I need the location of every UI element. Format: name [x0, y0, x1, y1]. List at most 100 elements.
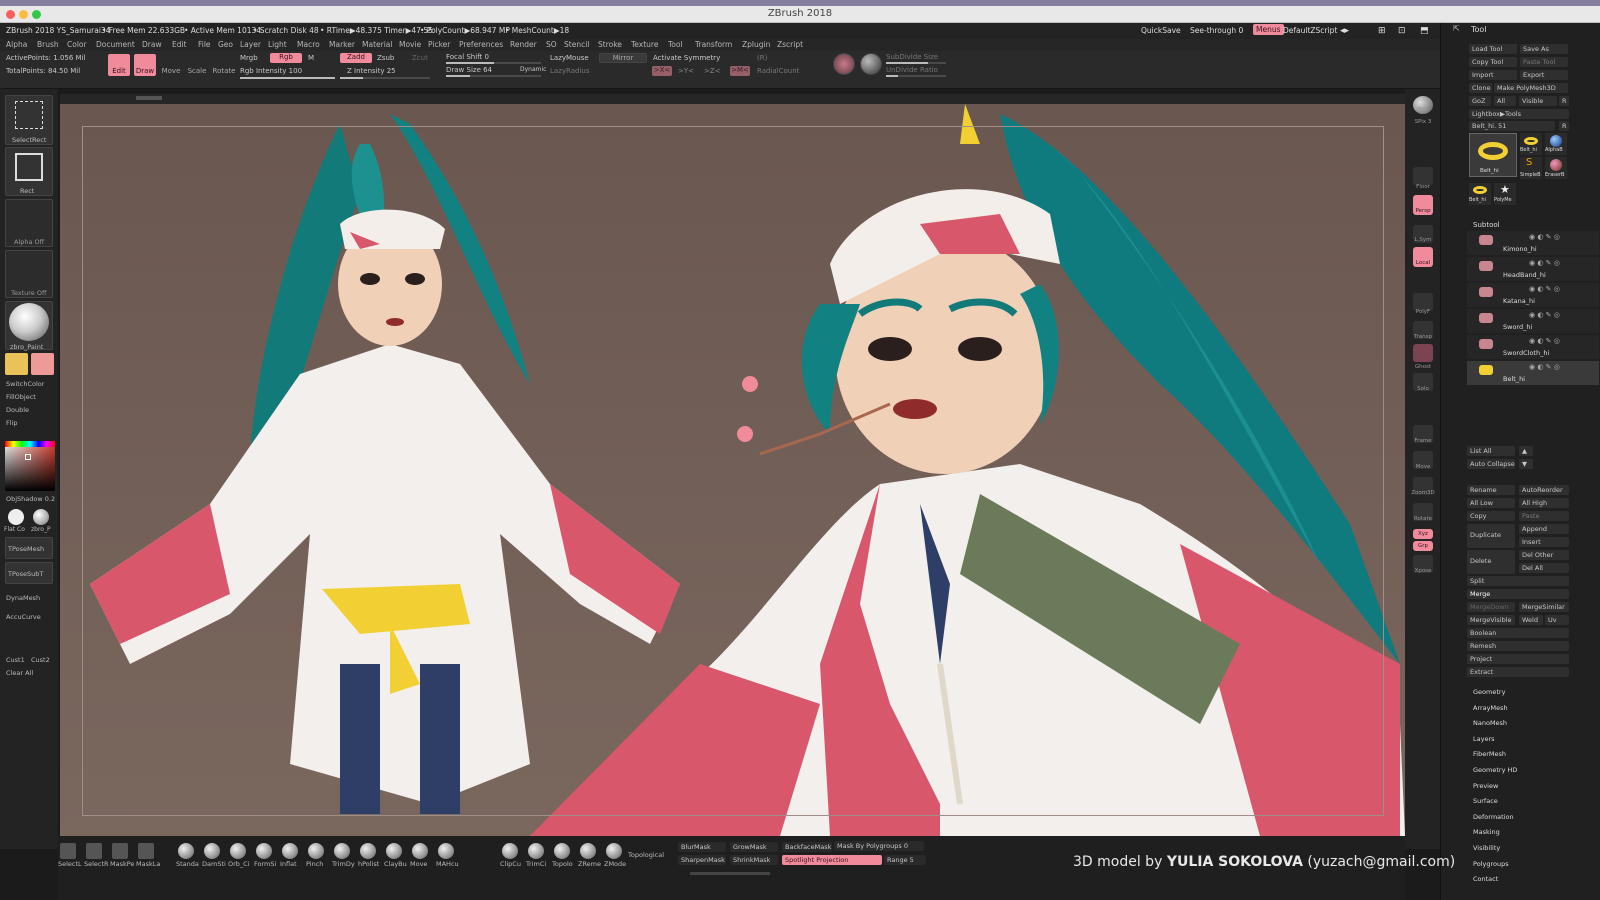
primary-color-swatch[interactable] — [5, 353, 28, 375]
uv-button[interactable]: Uv — [1545, 615, 1569, 625]
symmetry-z-button[interactable]: >Z< — [704, 67, 721, 75]
autoreorder-button[interactable]: AutoReorder — [1519, 485, 1569, 495]
brush-orb_ci-icon[interactable] — [230, 843, 246, 859]
undivide-ratio-track[interactable] — [886, 75, 946, 77]
delete-button[interactable]: Delete — [1467, 550, 1515, 574]
blurmask-button[interactable]: BlurMask — [678, 842, 726, 852]
insert-button[interactable]: Insert — [1519, 537, 1569, 547]
brush-trimci-icon[interactable] — [528, 843, 544, 859]
sphere-color-icon[interactable] — [833, 53, 855, 75]
brush-selectr-icon[interactable] — [86, 843, 102, 859]
current-tool-thumb[interactable]: Belt_hi — [1469, 133, 1517, 177]
tposemesh-button[interactable]: TPoseMesh — [5, 537, 53, 559]
fillobject-button[interactable]: FillObject — [6, 393, 36, 401]
move-mode-button[interactable]: Move — [160, 54, 182, 76]
brush-standa-icon[interactable] — [178, 843, 194, 859]
zsub-button[interactable]: Zsub — [377, 54, 394, 62]
brush-damsti-icon[interactable] — [204, 843, 220, 859]
sharpenmask-button[interactable]: SharpenMask — [678, 855, 726, 865]
menu-stencil[interactable]: Stencil — [564, 40, 589, 49]
spix-slider[interactable]: SPix 3 — [1407, 119, 1439, 125]
brush-trimdy-icon[interactable] — [334, 843, 350, 859]
menu-so[interactable]: SO — [546, 40, 557, 49]
thumb-belt-hi-2[interactable]: Belt_hi — [1469, 183, 1491, 205]
brush-selectl-icon[interactable] — [60, 843, 76, 859]
brush-pinch-icon[interactable] — [308, 843, 324, 859]
goz-r-button[interactable]: R — [1559, 96, 1569, 106]
polygroup-button[interactable]: Grp — [1413, 541, 1433, 551]
tposesubt-button[interactable]: TPoseSubT — [5, 562, 53, 584]
rename-button[interactable]: Rename — [1467, 485, 1515, 495]
brush-inflat-icon[interactable] — [282, 843, 298, 859]
zadd-button[interactable]: Zadd — [340, 53, 372, 63]
alpha-button[interactable]: Alpha Off — [5, 199, 53, 247]
brush-topolo-icon[interactable] — [554, 843, 570, 859]
auto-collapse-button[interactable]: Auto Collapse — [1467, 459, 1515, 469]
menu-alpha[interactable]: Alpha — [6, 40, 27, 49]
goz-button[interactable]: GoZ — [1469, 96, 1491, 106]
subtool-visibility-icon[interactable]: ◉ ◐ ✎ ◎ — [1529, 259, 1560, 267]
backfacemask-button[interactable]: BackfaceMask — [782, 842, 832, 852]
menu-transform[interactable]: Transform — [695, 40, 732, 49]
subtool-item[interactable]: ◉ ◐ ✎ ◎ Belt_hi — [1467, 361, 1599, 385]
goz-all-button[interactable]: All — [1494, 96, 1516, 106]
shrinkmask-button[interactable]: ShrinkMask — [730, 855, 778, 865]
draw-size-track[interactable] — [446, 75, 541, 77]
double-button[interactable]: Double — [6, 406, 29, 414]
menu-macro[interactable]: Macro — [297, 40, 320, 49]
tool-section-preview[interactable]: Preview — [1473, 782, 1498, 790]
default-zscript-button[interactable]: DefaultZScript — [1283, 26, 1337, 35]
bottom-scroll-handle[interactable] — [690, 872, 770, 875]
symmetry-m-button[interactable]: >M< — [730, 66, 750, 76]
menu-zscript[interactable]: Zscript — [777, 40, 803, 49]
mrgb-button[interactable]: Mrgb — [240, 54, 258, 62]
menu-zplugin[interactable]: Zplugin — [742, 40, 770, 49]
brush-move-icon[interactable] — [412, 843, 428, 859]
focal-shift-track[interactable] — [446, 62, 541, 64]
menu-material[interactable]: Material — [362, 40, 392, 49]
copy-button[interactable]: Copy — [1467, 511, 1515, 521]
brush-maskla-icon[interactable] — [138, 843, 154, 859]
tool-section-polygroups[interactable]: Polygroups — [1473, 860, 1509, 868]
rgb-intensity-track[interactable] — [240, 77, 335, 79]
brush-claybu-icon[interactable] — [386, 843, 402, 859]
lightbox-tools-button[interactable]: Lightbox▶Tools — [1469, 109, 1569, 119]
subtool-visibility-icon[interactable]: ◉ ◐ ✎ ◎ — [1529, 337, 1560, 345]
draw-size-slider[interactable]: Draw Size 64 — [446, 66, 492, 74]
extract-button[interactable]: Extract — [1467, 667, 1569, 677]
del-all-button[interactable]: Del All — [1519, 563, 1569, 573]
select-rect-button[interactable]: SelectRect — [5, 95, 53, 145]
menu-stroke[interactable]: Stroke — [598, 40, 622, 49]
topological-button[interactable]: Topological — [628, 851, 664, 859]
dynamesh-button[interactable]: DynaMesh — [6, 594, 40, 602]
sphere-material-icon[interactable] — [860, 53, 882, 75]
menu-movie[interactable]: Movie — [399, 40, 421, 49]
copy-tool-button[interactable]: Copy Tool — [1469, 57, 1517, 67]
focal-shift-slider[interactable]: Focal Shift 0 — [446, 53, 489, 61]
menu-edit[interactable]: Edit — [172, 40, 187, 49]
boolean-button[interactable]: Boolean — [1467, 628, 1569, 638]
growmask-button[interactable]: GrowMask — [730, 842, 778, 852]
project-button[interactable]: Project — [1467, 654, 1569, 664]
radialcount-slider[interactable]: RadialCount — [757, 67, 799, 75]
menu-picker[interactable]: Picker — [428, 40, 450, 49]
tool-section-layers[interactable]: Layers — [1473, 735, 1495, 743]
activate-symmetry-button[interactable]: Activate Symmetry — [653, 54, 720, 62]
dynamic-button[interactable]: Dynamic — [520, 66, 546, 73]
tool-section-masking[interactable]: Masking — [1473, 828, 1500, 836]
menu-draw[interactable]: Draw — [142, 40, 162, 49]
subtool-item[interactable]: ◉ ◐ ✎ ◎ Kimono_hi — [1467, 231, 1599, 255]
texture-button[interactable]: Texture Off — [5, 250, 53, 298]
menu-tool[interactable]: Tool — [668, 40, 683, 49]
undivide-ratio-slider[interactable]: UnDivide Ratio — [886, 66, 938, 74]
append-button[interactable]: Append — [1519, 524, 1569, 534]
viewport-scrollbar-thumb[interactable] — [136, 96, 162, 100]
rect-stroke-button[interactable]: Rect — [5, 147, 53, 196]
brush-mahcu-icon[interactable] — [438, 843, 454, 859]
mergevisible-button[interactable]: MergeVisible — [1467, 615, 1515, 625]
goz-visible-button[interactable]: Visible — [1519, 96, 1557, 106]
thumb-alphab[interactable]: AlphaB — [1545, 133, 1567, 155]
duplicate-button[interactable]: Duplicate — [1467, 524, 1515, 548]
move-up-arrow-icon[interactable]: ▲ — [1519, 446, 1533, 456]
menu-color[interactable]: Color — [67, 40, 87, 49]
